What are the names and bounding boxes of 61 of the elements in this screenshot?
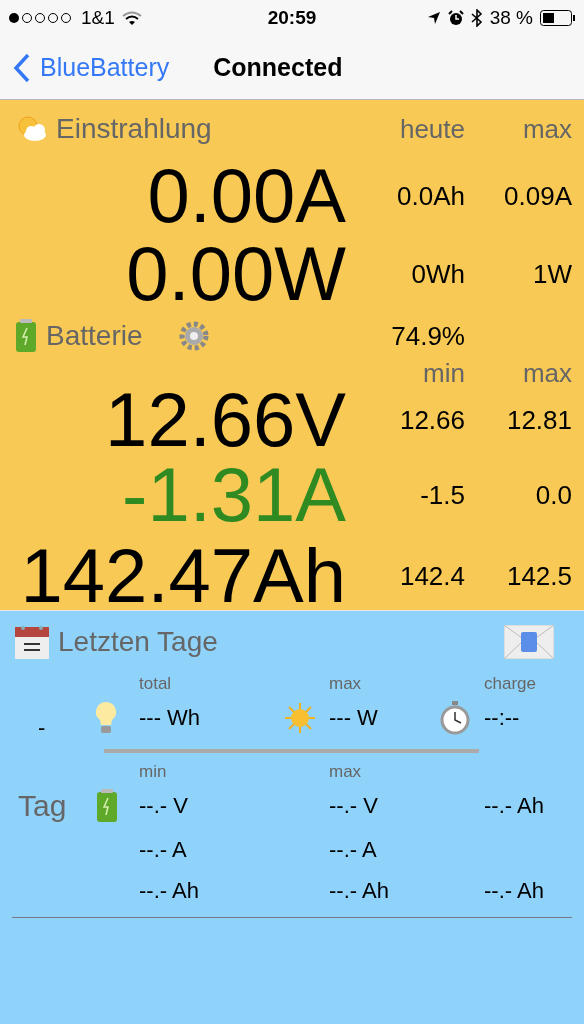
today-value: 0.0Ah xyxy=(396,180,465,212)
max-value: 1W xyxy=(532,258,572,290)
envelope-icon[interactable] xyxy=(504,625,554,659)
max-value: 0.09A xyxy=(503,180,572,212)
gear-icon[interactable] xyxy=(178,321,209,351)
max-value: 0.0 xyxy=(534,479,572,511)
column-heading: heute xyxy=(398,113,465,145)
section-title: Letzten Tage xyxy=(58,626,218,658)
max-value: --.- A xyxy=(329,837,378,863)
charge-value: --.- Ah xyxy=(484,878,545,904)
back-button[interactable]: BlueBattery xyxy=(12,52,170,83)
reading-value: -1.31A xyxy=(122,457,346,533)
min-value: 12.66 xyxy=(398,404,465,436)
clock-time: 20:59 xyxy=(266,7,318,29)
bluetooth-icon xyxy=(470,9,483,27)
column-heading: min xyxy=(422,358,465,389)
min-value: -1.5 xyxy=(419,479,465,511)
today-value: 0Wh xyxy=(410,258,465,290)
min-value: --.- A xyxy=(139,837,188,863)
carrier-name: 1&1 xyxy=(81,7,115,29)
reading-value: 12.66V xyxy=(105,382,346,458)
max-value: 12.81 xyxy=(505,404,572,436)
alarm-icon xyxy=(447,10,464,26)
max-value: --.- Ah xyxy=(329,878,390,904)
reading-value: 0.00A xyxy=(147,158,346,234)
day-label: - xyxy=(37,715,47,741)
charge-percent: 74.9% xyxy=(390,320,465,352)
section-title: Batterie xyxy=(46,320,143,352)
battery-icon xyxy=(14,319,38,353)
min-value: --.- Ah xyxy=(139,878,200,904)
charge-value: --.- Ah xyxy=(484,793,545,819)
column-heading: max xyxy=(521,358,572,389)
stopwatch-icon xyxy=(440,701,470,735)
battery-icon xyxy=(95,789,119,823)
charge-time: --:-- xyxy=(484,705,521,731)
screen-title: Connected xyxy=(213,53,343,82)
light-bulb-icon xyxy=(95,701,117,735)
column-heading: max xyxy=(521,113,572,145)
reading-value: 142.47Ah xyxy=(20,538,346,614)
total-value: --- Wh xyxy=(139,705,202,731)
battery-percent: 38 % xyxy=(489,7,533,29)
section-title: Einstrahlung xyxy=(56,113,212,145)
column-heading: charge xyxy=(484,674,537,694)
location-icon xyxy=(426,11,441,25)
column-heading: max xyxy=(329,762,363,782)
min-value: 142.4 xyxy=(398,560,465,592)
signal-icon xyxy=(8,12,74,24)
back-chevron-icon xyxy=(12,52,32,83)
column-heading: min xyxy=(139,762,168,782)
max-value: 142.5 xyxy=(505,560,572,592)
column-heading: total xyxy=(139,674,173,694)
reading-value: 0.00W xyxy=(126,236,346,312)
min-value: --.- V xyxy=(139,793,189,819)
max-value: --.- V xyxy=(329,793,379,819)
day-label: Tag xyxy=(17,789,68,823)
calendar-icon xyxy=(14,624,50,660)
wifi-icon xyxy=(121,10,142,26)
sun-icon xyxy=(285,703,315,733)
max-value: --- W xyxy=(329,705,379,731)
battery-icon xyxy=(540,10,576,26)
column-heading: max xyxy=(329,674,363,694)
